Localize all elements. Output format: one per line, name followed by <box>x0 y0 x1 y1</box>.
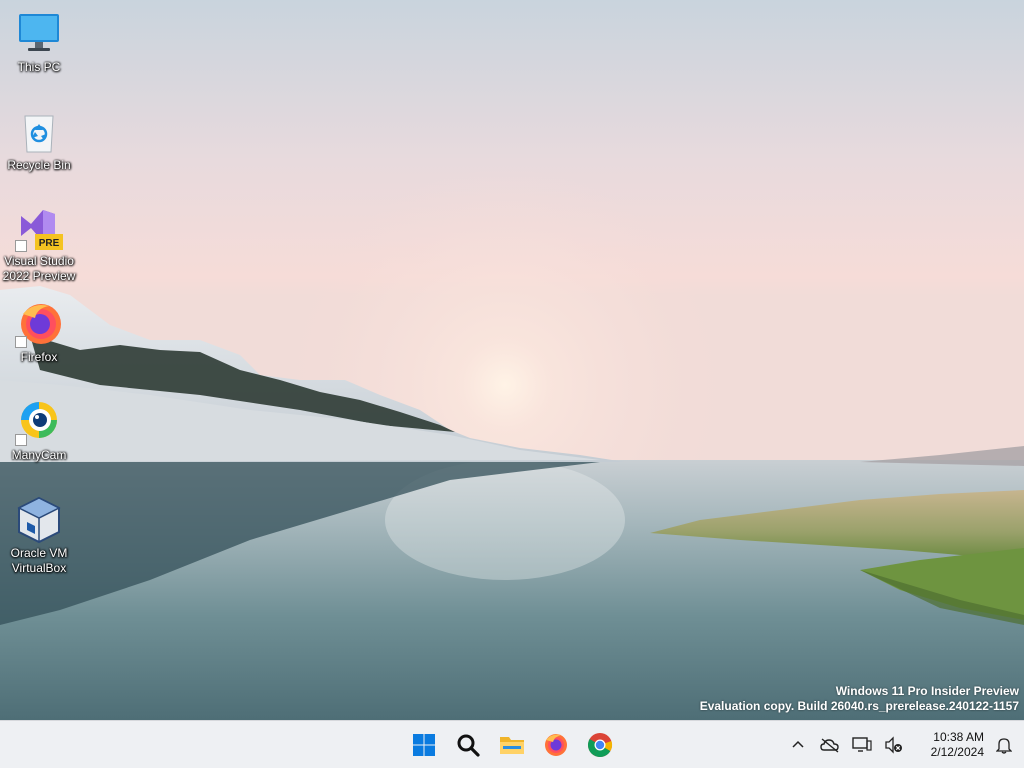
windows-logo-icon <box>413 734 435 756</box>
folder-icon <box>500 737 524 754</box>
shortcut-arrow-icon <box>15 240 27 252</box>
show-hidden-icons-button[interactable] <box>782 725 814 765</box>
desktop-icon-firefox[interactable]: Firefox <box>0 300 78 365</box>
clock-time: 10:38 AM <box>933 730 984 744</box>
firefox-icon <box>15 300 63 348</box>
taskbar-firefox-button[interactable] <box>536 725 576 765</box>
onedrive-button[interactable] <box>814 725 846 765</box>
desktop-icon-label: Visual Studio 2022 Preview <box>2 254 76 283</box>
virtualbox-icon <box>15 496 63 544</box>
visual-studio-icon: PRE <box>15 204 63 252</box>
search-icon <box>457 734 480 757</box>
desktop-icon-label: Recycle Bin <box>7 158 71 172</box>
taskbar-chrome-button[interactable] <box>580 725 620 765</box>
file-explorer-button[interactable] <box>492 725 532 765</box>
network-button[interactable] <box>846 725 878 765</box>
firefox-icon <box>545 734 567 756</box>
desktop-icon-label: Oracle VM VirtualBox <box>10 546 68 575</box>
clock[interactable]: 10:38 AM 2/12/2024 <box>910 730 984 760</box>
chevron-up-icon <box>792 740 804 748</box>
notifications-button[interactable] <box>988 725 1020 765</box>
desktop-icon-visual-studio[interactable]: PRE Visual Studio 2022 Preview <box>0 204 78 284</box>
network-icon <box>852 737 872 752</box>
desktop-icon-this-pc[interactable]: This PC <box>0 10 78 75</box>
volume-button[interactable] <box>878 725 910 765</box>
wallpaper <box>0 0 1024 720</box>
watermark-edition: Windows 11 Pro Insider Preview <box>835 684 1019 698</box>
watermark-build: Evaluation copy. Build 26040.rs_prerelea… <box>699 699 1019 713</box>
desktop: This PC Recycle Bin PRE Visual Studio 20… <box>0 0 1024 720</box>
desktop-icon-recycle-bin[interactable]: Recycle Bin <box>0 108 78 173</box>
taskbar: 10:38 AM 2/12/2024 <box>0 720 1024 768</box>
clock-date: 2/12/2024 <box>930 745 984 759</box>
chrome-icon <box>587 733 613 758</box>
pre-badge: PRE <box>39 238 60 249</box>
onedrive-offline-icon <box>820 738 839 753</box>
windows-watermark: Windows 11 Pro Insider Preview Evaluatio… <box>700 684 1019 714</box>
search-button[interactable] <box>448 725 488 765</box>
start-button[interactable] <box>404 725 444 765</box>
bell-icon <box>996 738 1012 754</box>
manycam-icon <box>15 398 63 446</box>
desktop-icon-label: ManyCam <box>11 448 67 462</box>
desktop-icon-label: Firefox <box>20 350 58 364</box>
desktop-icon-virtualbox[interactable]: Oracle VM VirtualBox <box>0 496 78 576</box>
shortcut-arrow-icon <box>15 336 27 348</box>
desktop-icon-manycam[interactable]: ManyCam <box>0 398 78 463</box>
system-tray: 10:38 AM 2/12/2024 <box>782 721 1024 769</box>
speaker-muted-icon <box>885 736 902 754</box>
desktop-icon-label: This PC <box>17 60 61 74</box>
taskbar-pinned-apps <box>404 725 620 765</box>
recycle-bin-icon <box>15 108 63 156</box>
monitor-icon <box>15 10 63 58</box>
shortcut-arrow-icon <box>15 434 27 446</box>
